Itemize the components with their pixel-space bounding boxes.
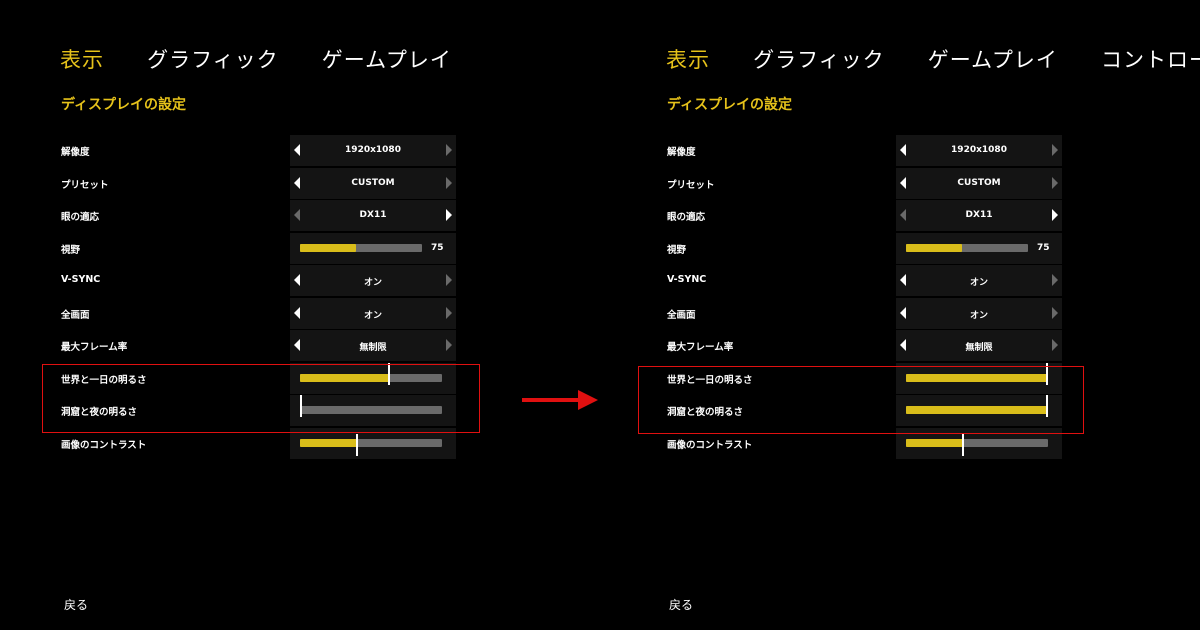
setting-label: プリセット: [667, 179, 715, 191]
slider-track[interactable]: [906, 438, 1048, 447]
arrow-right-icon[interactable]: [446, 209, 452, 221]
top-tabs: 表示 グラフィック ゲームプレイ: [60, 44, 490, 74]
selector-value: 1920x1080: [345, 145, 401, 155]
setting-label: V-SYNC: [61, 274, 101, 285]
arrow-right-icon[interactable]: [446, 176, 452, 189]
setting-row-max-framerate: 最大フレーム率 無制限: [61, 330, 461, 363]
selector-value: オン: [363, 278, 382, 288]
selector-control[interactable]: 1920x1080: [290, 135, 456, 166]
selector-value: CUSTOM: [957, 177, 1001, 188]
setting-label: プリセット: [61, 179, 109, 191]
setting-label: 眼の適応: [667, 212, 706, 223]
slider-handle[interactable]: [962, 433, 964, 456]
selector-value: CUSTOM: [351, 177, 395, 188]
slider-value: 75: [1037, 242, 1050, 253]
selector-control[interactable]: オン: [896, 265, 1062, 296]
selector-control[interactable]: CUSTOM: [896, 167, 1062, 199]
section-title: ディスプレイの設定: [667, 97, 793, 113]
setting-label: 全画面: [667, 309, 696, 321]
arrow-right-icon[interactable]: [1052, 209, 1058, 221]
selector-control[interactable]: DX11: [290, 200, 456, 231]
setting-row-fullscreen: 全画面 オン: [667, 297, 1067, 331]
setting-label: V-SYNC: [667, 274, 707, 285]
setting-label: 視野: [61, 244, 81, 256]
setting-label: 全画面: [61, 309, 90, 321]
selector-control[interactable]: オン: [290, 265, 456, 296]
setting-row-fullscreen: 全画面 オン: [61, 297, 461, 331]
setting-row-eye-adaptation: 眼の適応 DX11: [667, 200, 1067, 233]
selector-control[interactable]: 無制限: [290, 330, 456, 361]
selector-control[interactable]: CUSTOM: [290, 167, 456, 199]
arrow-right-icon[interactable]: [1052, 274, 1058, 286]
slider-control[interactable]: 75: [290, 232, 456, 264]
slider-track[interactable]: [906, 243, 1028, 252]
arrow-right-icon: [522, 390, 598, 410]
settings-panel-before: 表示 グラフィック ゲームプレイ ディスプレイの設定 解像度 1920x1080 プ…: [0, 0, 600, 630]
selector-control[interactable]: 1920x1080: [896, 135, 1062, 166]
slider-fill: [300, 438, 357, 447]
arrow-right-icon[interactable]: [446, 306, 452, 319]
setting-label: 解像度: [61, 147, 90, 158]
tab-display[interactable]: 表示: [666, 44, 710, 74]
setting-row-resolution: 解像度 1920x1080: [61, 135, 461, 168]
setting-row-fov: 視野 75: [667, 232, 1067, 266]
setting-label: 画像のコントラスト: [667, 439, 753, 451]
selector-control[interactable]: DX11: [896, 200, 1062, 231]
slider-value: 75: [431, 242, 444, 253]
setting-label: 最大フレーム率: [667, 342, 734, 353]
setting-row-preset: プリセット CUSTOM: [61, 167, 461, 201]
arrow-right-icon[interactable]: [1052, 144, 1058, 156]
setting-row-vsync: V-SYNC オン: [61, 265, 461, 298]
selector-value: 無制限: [359, 343, 387, 353]
highlight-box: [42, 364, 480, 433]
arrow-right-icon[interactable]: [1052, 176, 1058, 189]
arrow-right-icon[interactable]: [446, 144, 452, 156]
setting-label: 最大フレーム率: [61, 342, 128, 353]
arrow-right-icon[interactable]: [446, 274, 452, 286]
setting-row-resolution: 解像度 1920x1080: [667, 135, 1067, 168]
selector-value: DX11: [965, 210, 993, 220]
top-tabs: 表示 グラフィック ゲームプレイ コントロー: [666, 44, 1200, 74]
selector-control[interactable]: オン: [896, 297, 1062, 329]
tab-controls[interactable]: コントロー: [1101, 44, 1200, 74]
tab-display[interactable]: 表示: [60, 44, 104, 74]
back-button[interactable]: 戻る: [64, 596, 88, 613]
setting-row-fov: 視野 75: [61, 232, 461, 266]
setting-label: 画像のコントラスト: [61, 439, 147, 451]
setting-row-eye-adaptation: 眼の適応 DX11: [61, 200, 461, 233]
selector-control[interactable]: 無制限: [896, 330, 1062, 361]
slider-track[interactable]: [300, 438, 442, 447]
setting-label: 視野: [667, 244, 687, 256]
highlight-box: [638, 366, 1084, 434]
slider-handle[interactable]: [356, 433, 358, 456]
slider-fill: [906, 438, 963, 447]
slider-control[interactable]: 75: [896, 232, 1062, 264]
setting-row-max-framerate: 最大フレーム率 無制限: [667, 330, 1067, 363]
selector-value: オン: [969, 278, 988, 288]
back-button[interactable]: 戻る: [669, 596, 693, 613]
selector-control[interactable]: オン: [290, 297, 456, 329]
tab-gameplay[interactable]: ゲームプレイ: [322, 44, 452, 74]
setting-label: 眼の適応: [61, 212, 100, 223]
tab-graphics[interactable]: グラフィック: [147, 44, 279, 74]
setting-row-preset: プリセット CUSTOM: [667, 167, 1067, 201]
tab-gameplay[interactable]: ゲームプレイ: [928, 44, 1058, 74]
selector-value: 1920x1080: [951, 145, 1007, 155]
tab-graphics[interactable]: グラフィック: [753, 44, 885, 74]
selector-value: DX11: [359, 210, 387, 220]
arrow-right-icon[interactable]: [446, 339, 452, 351]
setting-row-vsync: V-SYNC オン: [667, 265, 1067, 298]
section-title: ディスプレイの設定: [61, 97, 187, 113]
selector-value: オン: [969, 310, 988, 321]
selector-value: オン: [363, 310, 382, 321]
selector-value: 無制限: [965, 343, 993, 353]
arrow-right-icon[interactable]: [1052, 306, 1058, 319]
setting-label: 解像度: [667, 147, 696, 158]
slider-fill: [906, 243, 962, 252]
settings-panel-after: 表示 グラフィック ゲームプレイ コントロー ディスプレイの設定 解像度 1920…: [606, 0, 1200, 630]
arrow-right-icon[interactable]: [1052, 339, 1058, 351]
slider-fill: [300, 243, 356, 252]
slider-track[interactable]: [300, 243, 422, 252]
